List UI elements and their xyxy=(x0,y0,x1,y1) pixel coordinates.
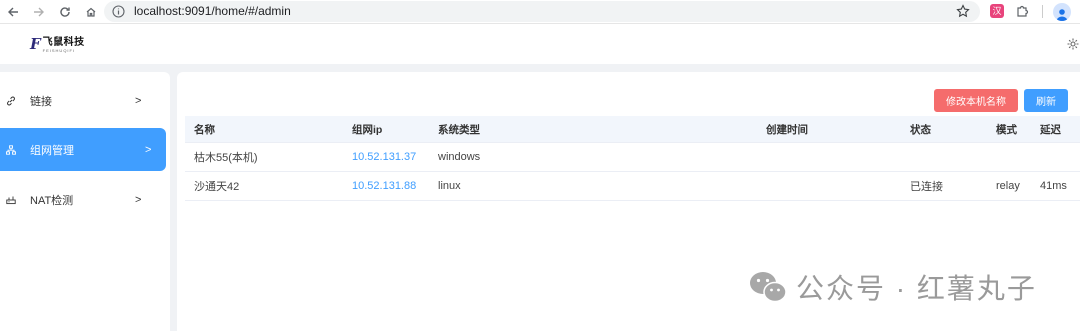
back-button[interactable] xyxy=(4,3,22,21)
network-icon xyxy=(6,144,16,155)
person-icon xyxy=(1056,9,1068,21)
sidebar-item-links[interactable]: 链接 > xyxy=(0,79,166,122)
logo-subtext: FEISHUQIFI xyxy=(42,48,76,53)
router-icon xyxy=(6,196,16,204)
chevron-right-icon: > xyxy=(135,94,142,107)
column-header-name[interactable]: 名称 xyxy=(194,116,215,142)
translate-extension-icon[interactable]: 汉 xyxy=(990,4,1004,18)
cell-os: linux xyxy=(438,180,461,192)
bookmark-star-icon[interactable] xyxy=(956,4,970,18)
app-header: F 飞鼠科技 FEISHUQIFI xyxy=(0,25,1080,64)
home-button[interactable] xyxy=(82,3,100,21)
logo-mark: F xyxy=(30,35,41,53)
arrow-right-icon xyxy=(34,7,44,17)
link-icon xyxy=(7,96,15,105)
column-header-os[interactable]: 系统类型 xyxy=(438,116,480,142)
chevron-right-icon: > xyxy=(145,143,152,156)
browser-toolbar: localhost:9091/home/#/admin 汉 xyxy=(0,0,1080,24)
column-header-latency[interactable]: 延迟 xyxy=(1040,116,1061,142)
cell-ip[interactable]: 10.52.131.37 xyxy=(352,143,416,171)
wechat-watermark: 公众号 · 红薯丸子 xyxy=(748,268,1037,306)
forward-button[interactable] xyxy=(30,3,48,21)
cell-name: 枯木55(本机) xyxy=(194,152,258,164)
cell-status: 已连接 xyxy=(910,181,943,193)
sidebar-item-nat-detection[interactable]: NAT检测 > xyxy=(0,178,166,221)
sidebar-item-network-management[interactable]: 组网管理 > xyxy=(0,128,166,171)
wechat-icon xyxy=(750,272,787,303)
extensions-puzzle-icon[interactable] xyxy=(1015,4,1029,18)
table-row[interactable]: 沙通天42 10.52.131.88 linux 已连接 relay 41ms xyxy=(185,172,1080,201)
column-header-ip[interactable]: 组网ip xyxy=(352,116,382,142)
logo-text: 飞鼠科技 xyxy=(42,37,85,48)
refresh-button[interactable]: 刷新 xyxy=(1024,89,1068,112)
column-header-created[interactable]: 创建时间 xyxy=(766,116,808,142)
arrow-left-icon xyxy=(8,7,18,17)
reload-button[interactable] xyxy=(56,3,74,21)
cell-os: windows xyxy=(438,151,481,163)
table-header: 名称 组网ip 系统类型 创建时间 状态 模式 延迟 xyxy=(185,116,1080,143)
rename-host-button[interactable]: 修改本机名称 xyxy=(934,89,1018,112)
toolbar-divider xyxy=(1042,5,1043,18)
sidebar-item-label: 组网管理 xyxy=(30,144,74,157)
cell-ip[interactable]: 10.52.131.88 xyxy=(352,172,416,200)
table-row[interactable]: 枯木55(本机) 10.52.131.37 windows xyxy=(185,143,1080,172)
cell-name: 沙通天42 xyxy=(194,181,240,193)
home-icon xyxy=(86,7,96,17)
chevron-right-icon: > xyxy=(135,193,142,206)
settings-gear-icon[interactable] xyxy=(1066,37,1080,51)
cell-mode: relay xyxy=(996,180,1020,192)
reload-icon xyxy=(60,7,70,17)
profile-avatar[interactable] xyxy=(1053,3,1071,21)
sidebar: 链接 > 组网管理 > NAT检测 > xyxy=(0,72,170,331)
sidebar-item-label: NAT检测 xyxy=(30,194,74,207)
info-icon[interactable] xyxy=(112,5,125,18)
watermark-text: 公众号 · 红薯丸子 xyxy=(796,273,1037,304)
company-logo[interactable]: F 飞鼠科技 FEISHUQIFI xyxy=(30,37,85,57)
cell-latency: 41ms xyxy=(1040,180,1067,192)
network-table: 名称 组网ip 系统类型 创建时间 状态 模式 延迟 枯木55(本机) 10.5… xyxy=(185,116,1080,201)
address-bar[interactable]: localhost:9091/home/#/admin xyxy=(104,1,980,22)
column-header-mode[interactable]: 模式 xyxy=(996,116,1017,142)
column-header-status[interactable]: 状态 xyxy=(910,116,931,142)
url-text: localhost:9091/home/#/admin xyxy=(134,4,291,18)
sidebar-item-label: 链接 xyxy=(30,95,52,108)
